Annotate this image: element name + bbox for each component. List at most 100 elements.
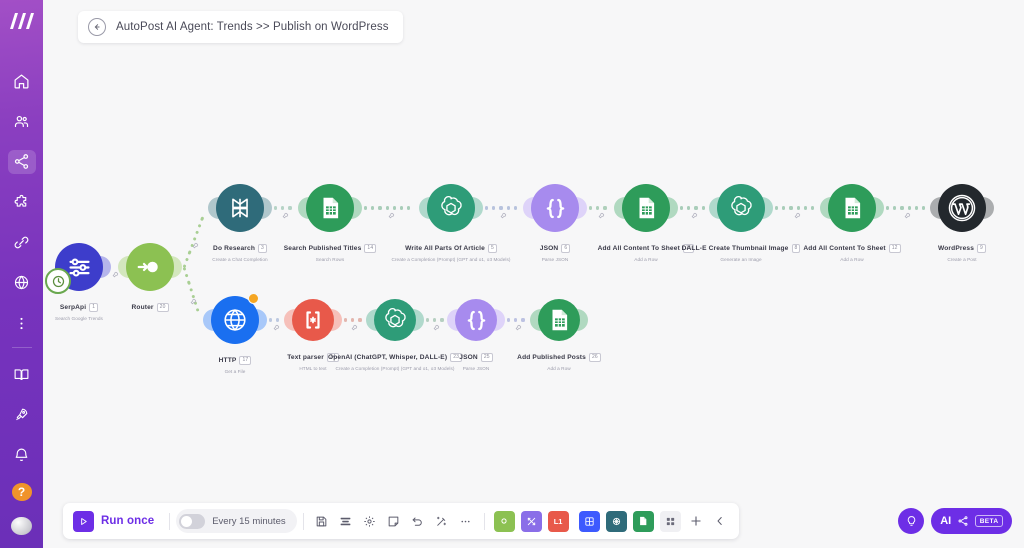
link-settings-icon[interactable] xyxy=(190,298,197,307)
run-once-label: Run once xyxy=(101,515,155,527)
node-icon-openai-chatgpt[interactable] xyxy=(374,299,416,341)
schedule-switch[interactable] xyxy=(179,513,206,529)
sidebar-item-docs[interactable] xyxy=(8,362,36,386)
link-settings-icon[interactable] xyxy=(351,324,358,333)
node-icon-write-all-parts-of-article[interactable] xyxy=(427,184,475,232)
node-icon-router[interactable] xyxy=(126,243,174,291)
auto-align-icon[interactable] xyxy=(430,509,454,533)
help-button[interactable]: ? xyxy=(11,483,32,501)
connector-link[interactable] xyxy=(507,317,528,324)
align-icon[interactable] xyxy=(334,509,358,533)
all-modules-chip[interactable] xyxy=(659,510,681,532)
link-settings-icon[interactable] xyxy=(598,212,605,221)
node-number: 14 xyxy=(364,244,377,253)
save-icon[interactable] xyxy=(310,509,334,533)
link-settings-icon[interactable] xyxy=(515,324,522,333)
connector-link[interactable] xyxy=(269,317,282,324)
node-label-search-published-titles: Search Published Titles 14 Search Rows xyxy=(245,237,415,264)
sidebar-item-organization[interactable] xyxy=(8,109,36,133)
node-icon-dalle-create-thumbnail-image[interactable] xyxy=(717,184,765,232)
node-icon-wordpress[interactable] xyxy=(938,184,986,232)
dots-vertical-icon xyxy=(20,317,23,329)
sidebar-item-more[interactable] xyxy=(8,311,36,335)
plus-icon[interactable] xyxy=(684,509,708,533)
node-subtitle: Search Rows xyxy=(315,256,345,262)
node-subtitle: Create a Completion (Prompt) (GPT and o1… xyxy=(335,365,455,371)
ai-assistant-group: AI BETA xyxy=(898,508,1012,534)
more-options-icon[interactable] xyxy=(454,509,478,533)
link-settings-icon[interactable] xyxy=(794,212,801,221)
schedule-toggle[interactable]: Every 15 minutes xyxy=(176,509,297,533)
link-settings-icon[interactable] xyxy=(273,324,280,333)
link-settings-icon[interactable] xyxy=(192,242,199,251)
make-logo[interactable] xyxy=(9,12,35,35)
explore-chip[interactable] xyxy=(493,510,515,532)
lightbulb-icon[interactable] xyxy=(898,508,925,534)
node-label-json-top: JSON 6 Parse JSON xyxy=(470,237,640,264)
sidebar-item-home[interactable] xyxy=(8,69,36,93)
sidebar-item-connections[interactable] xyxy=(8,230,36,254)
node-number: 1 xyxy=(89,303,99,312)
teal-module-chip[interactable] xyxy=(605,510,627,532)
node-label-openai-chatgpt: OpenAI (ChatGPT, Whisper, DALL-E) 23 Cre… xyxy=(310,346,480,373)
arrow-left-circle-icon[interactable] xyxy=(88,18,106,36)
link-settings-icon[interactable] xyxy=(691,212,698,221)
sidebar-item-scenarios[interactable] xyxy=(7,149,36,175)
connector-link[interactable] xyxy=(274,205,296,212)
link-settings-icon[interactable] xyxy=(904,212,911,221)
share-nodes-icon xyxy=(958,516,968,526)
node-icon-json-top[interactable] xyxy=(531,184,579,232)
play-icon xyxy=(73,510,94,532)
sidebar-divider xyxy=(11,347,32,349)
grid-view-chip[interactable] xyxy=(578,510,600,532)
node-icon-add-all-content-to-sheet-2[interactable] xyxy=(828,184,876,232)
router-chip[interactable] xyxy=(520,510,542,532)
scenario-canvas[interactable]: SerpApi 1 Search Google Trends Router 20 xyxy=(43,0,1024,548)
connector-link[interactable] xyxy=(344,317,364,324)
connector-link[interactable] xyxy=(680,205,707,212)
node-title: Text parser 24 xyxy=(287,353,339,362)
sidebar-item-notifications[interactable] xyxy=(8,443,36,467)
ai-assistant-button[interactable]: AI BETA xyxy=(931,508,1012,534)
node-icon-do-research[interactable] xyxy=(216,184,264,232)
node-subtitle: Add a Row xyxy=(547,365,571,371)
link-settings-icon[interactable] xyxy=(112,271,119,280)
node-label-do-research: Do Research 3 Create a Chat Completion xyxy=(155,237,325,264)
connector-link[interactable] xyxy=(485,205,521,212)
node-icon-text-parser[interactable] xyxy=(292,299,334,341)
connector-link[interactable] xyxy=(181,207,210,268)
level-chip[interactable]: L1 xyxy=(547,510,569,532)
warning-dot-badge[interactable] xyxy=(248,293,259,304)
connector-link[interactable] xyxy=(775,205,818,212)
connector-link[interactable] xyxy=(426,317,445,324)
undo-icon[interactable] xyxy=(406,509,430,533)
node-icon-search-published-titles[interactable] xyxy=(306,184,354,232)
node-icon-add-published-posts[interactable] xyxy=(538,299,580,341)
note-icon[interactable] xyxy=(382,509,406,533)
node-title: Add All Content To Sheet 12 xyxy=(803,244,901,253)
chevron-left-icon[interactable] xyxy=(708,509,732,533)
link-settings-icon[interactable] xyxy=(500,212,507,221)
connector-link[interactable] xyxy=(181,266,205,321)
schedule-clock-badge[interactable] xyxy=(45,268,71,294)
sidebar-item-whats-new[interactable] xyxy=(8,403,36,427)
node-title: JSON 25 xyxy=(459,353,493,362)
sidebar-item-webhooks[interactable] xyxy=(8,271,36,295)
node-icon-json-bottom[interactable] xyxy=(455,299,497,341)
settings-gear-icon[interactable] xyxy=(358,509,382,533)
connector-link[interactable] xyxy=(113,264,116,271)
connector-link[interactable] xyxy=(364,205,417,212)
connector-link[interactable] xyxy=(886,205,928,212)
run-once-button[interactable]: Run once xyxy=(69,510,163,532)
link-settings-icon[interactable] xyxy=(388,212,395,221)
node-number: 5 xyxy=(487,244,497,253)
sheets-chip[interactable] xyxy=(632,510,654,532)
node-icon-add-all-content-to-sheet-1[interactable] xyxy=(622,184,670,232)
connector-link[interactable] xyxy=(589,205,612,212)
node-label-add-all-content-to-sheet-2: Add All Content To Sheet 12 Add a Row xyxy=(767,237,937,264)
avatar[interactable] xyxy=(11,516,32,535)
link-settings-icon[interactable] xyxy=(433,324,440,333)
link-settings-icon[interactable] xyxy=(282,212,289,221)
sidebar-item-templates[interactable] xyxy=(8,190,36,214)
link-icon xyxy=(14,236,29,249)
